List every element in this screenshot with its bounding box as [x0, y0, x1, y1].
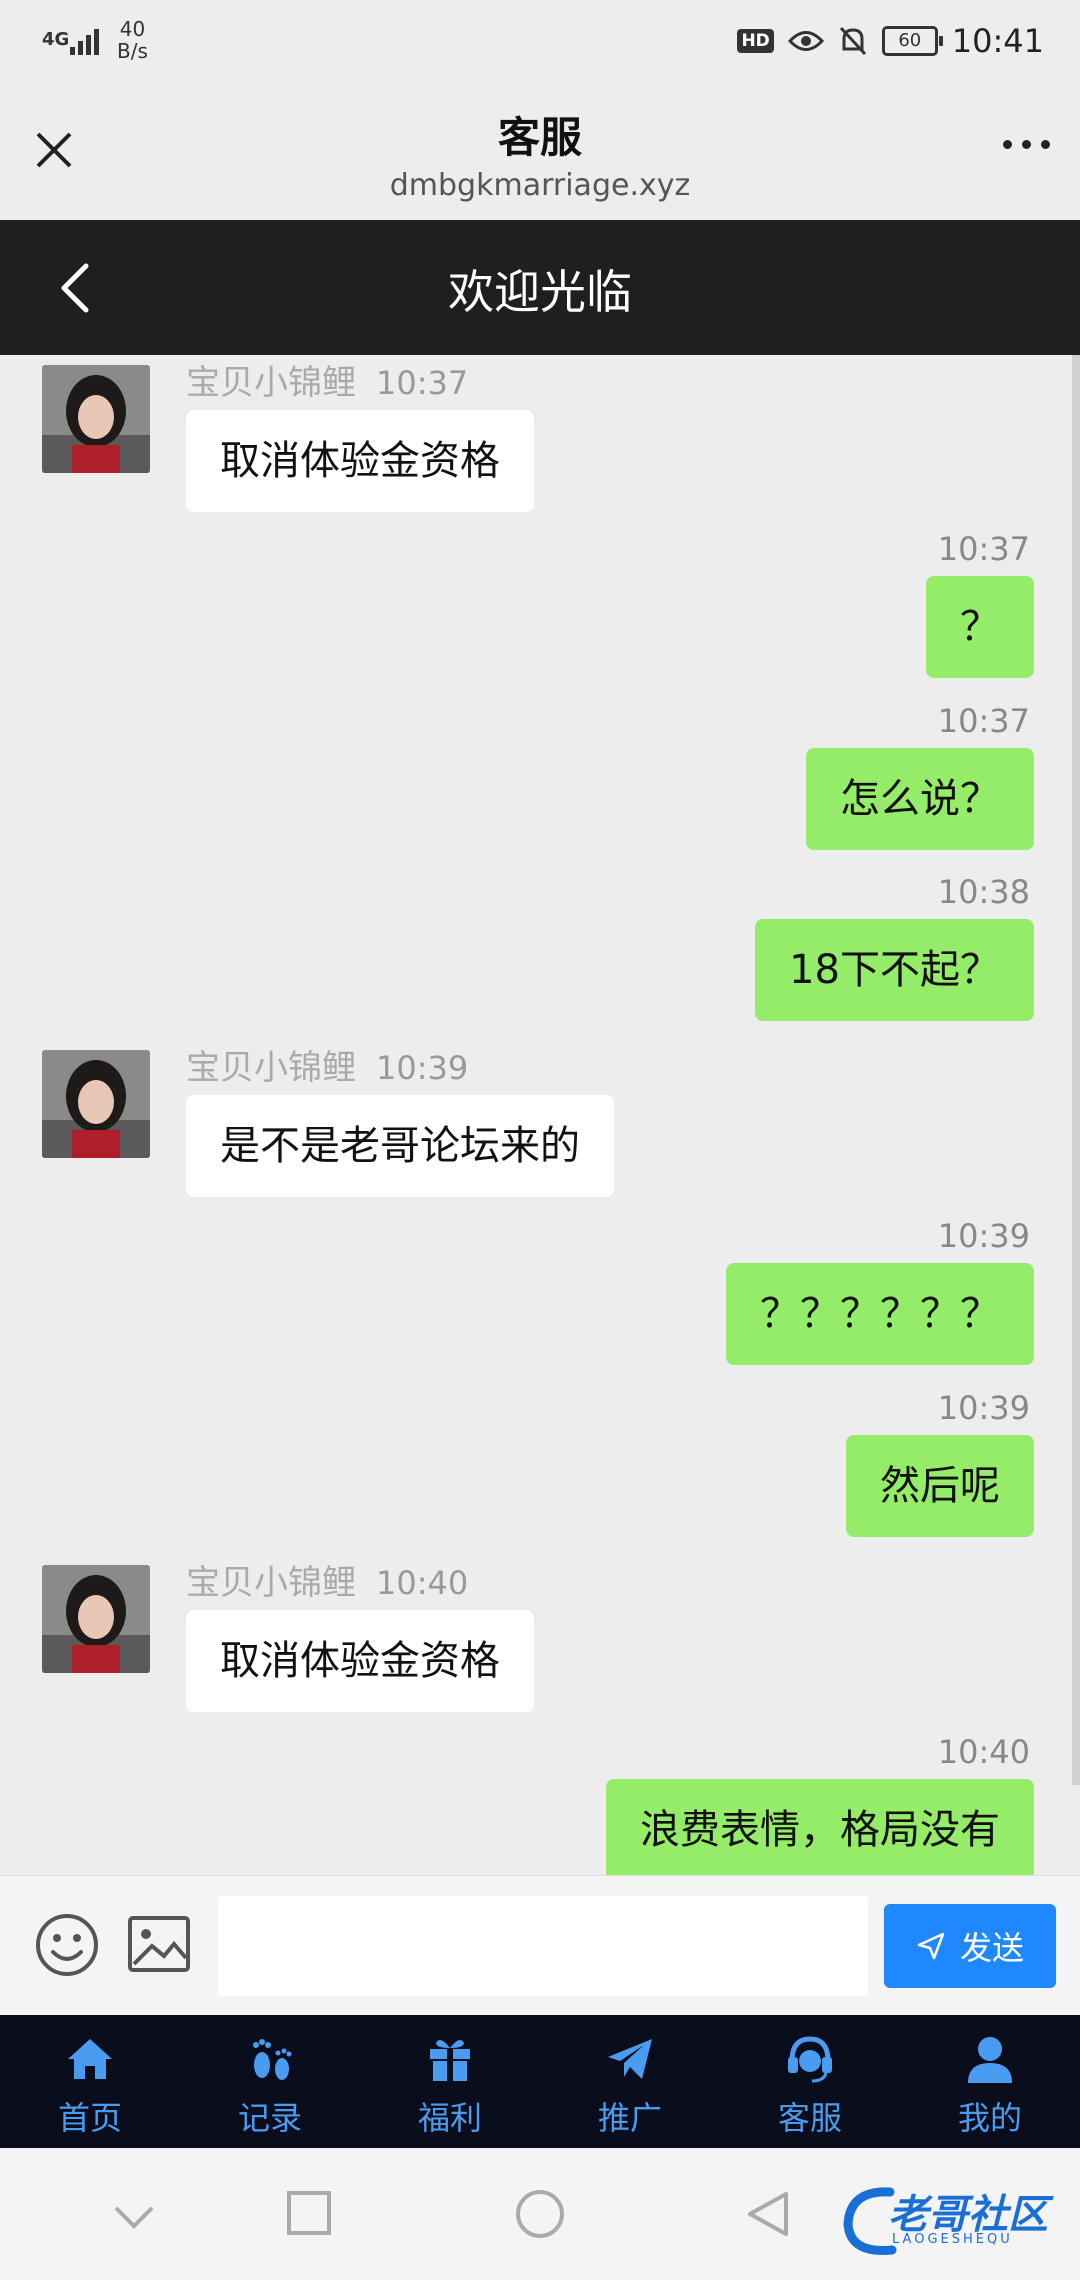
message-input[interactable]: [218, 1896, 868, 1996]
sender-name: 宝贝小锦鲤 10:40: [186, 1555, 468, 1604]
home-icon: [68, 2039, 112, 2079]
message-bubble[interactable]: 18下不起？: [755, 919, 1034, 1021]
message-time: 10:38: [937, 873, 1030, 911]
message-bubble[interactable]: 取消体验金资格: [186, 1610, 534, 1712]
tab-bar: 首页 记录 福利 推广 客服 我的: [0, 2015, 1080, 2148]
sender-name: 宝贝小锦鲤 10:37: [186, 355, 468, 404]
message-bubble[interactable]: 是不是老哥论坛来的: [186, 1095, 614, 1197]
recents-icon[interactable]: [286, 2190, 332, 2236]
chat-scrollbar[interactable]: [1072, 355, 1080, 1785]
more-icon[interactable]: [1003, 140, 1050, 149]
avatar[interactable]: [42, 1050, 150, 1158]
message-time: 10:37: [937, 530, 1030, 568]
input-bar: 发送: [0, 1875, 1080, 2016]
message-bubble[interactable]: 怎么说？: [806, 748, 1034, 850]
image-icon[interactable]: [126, 1914, 192, 1974]
signal-icon: [70, 25, 99, 55]
message-bubble[interactable]: ？: [926, 576, 1034, 678]
page-url: dmbgkmarriage.xyz: [389, 168, 691, 203]
eye-icon: [787, 31, 824, 51]
user-icon: [968, 2037, 1012, 2083]
message-time: 10:39: [937, 1217, 1030, 1255]
tab-home[interactable]: 首页: [0, 2015, 180, 2148]
tab-label: 我的: [957, 2099, 1022, 2137]
headset-icon: [788, 2036, 832, 2083]
home-button-icon[interactable]: [514, 2188, 566, 2240]
gift-icon: [430, 2039, 470, 2081]
sender-name: 宝贝小锦鲤 10:39: [186, 1040, 468, 1089]
page-title: 客服: [497, 113, 582, 162]
send-icon: [917, 1932, 945, 1960]
battery-icon: 60: [881, 26, 943, 56]
status-right: HD 60 10:41: [737, 22, 1044, 60]
footprints-icon: [253, 2039, 292, 2080]
network-type: 4G: [42, 29, 70, 50]
network-speed-value: 40: [119, 17, 146, 41]
tab-label: 福利: [417, 2099, 482, 2137]
status-left: 4G 40 B/s: [42, 18, 148, 62]
message-time: 10:39: [937, 1389, 1030, 1427]
message-time: 10:37: [937, 702, 1030, 740]
message-bubble[interactable]: 浪费表情，格局没有: [606, 1779, 1034, 1875]
back-triangle-icon[interactable]: [744, 2190, 790, 2238]
status-time: 10:41: [951, 22, 1044, 60]
network-speed: 40 B/s: [117, 18, 148, 62]
app-header-title: 欢迎光临: [448, 265, 632, 319]
chevron-down-icon[interactable]: [112, 2204, 156, 2230]
app-header: 欢迎光临: [0, 220, 1080, 355]
message-time: 10:39: [376, 1049, 469, 1087]
tab-service[interactable]: 客服: [720, 2015, 900, 2148]
message-time: 10:40: [376, 1564, 469, 1602]
send-label: 发送: [959, 1929, 1024, 1967]
chat-area[interactable]: 宝贝小锦鲤 10:37 取消体验金资格 10:37 ？ 10:37 怎么说？ 10…: [0, 355, 1080, 1875]
watermark-logo: 老哥社区 LAOGESHEQU: [840, 2176, 1070, 2266]
tab-promote[interactable]: 推广: [540, 2015, 720, 2148]
paper-plane-icon: [608, 2039, 652, 2079]
avatar[interactable]: [42, 1565, 150, 1673]
tab-mine[interactable]: 我的: [900, 2015, 1080, 2148]
send-button[interactable]: 发送: [884, 1904, 1056, 1988]
message-time: 10:37: [376, 364, 469, 402]
tab-benefits[interactable]: 福利: [360, 2015, 540, 2148]
hd-badge: HD: [737, 29, 774, 53]
tab-label: 首页: [57, 2099, 122, 2137]
message-bubble[interactable]: ？？？？？？: [726, 1263, 1034, 1365]
tab-label: 客服: [777, 2099, 842, 2137]
status-bar: 4G 40 B/s HD 60 10:41: [0, 0, 1080, 90]
sender-label: 宝贝小锦鲤: [186, 1048, 356, 1088]
message-time: 10:40: [937, 1733, 1030, 1771]
watermark-subtext: LAOGESHEQU: [892, 2232, 1013, 2247]
tab-label: 记录: [237, 2099, 302, 2137]
tab-label: 推广: [597, 2099, 662, 2137]
tab-records[interactable]: 记录: [180, 2015, 360, 2148]
sender-label: 宝贝小锦鲤: [186, 363, 356, 403]
browser-bar: 客服 dmbgkmarriage.xyz: [0, 90, 1080, 220]
emoji-icon[interactable]: [34, 1912, 100, 1978]
bell-muted-icon: [839, 26, 866, 56]
sender-label: 宝贝小锦鲤: [186, 1563, 356, 1603]
avatar[interactable]: [42, 365, 150, 473]
network-speed-unit: B/s: [117, 39, 148, 63]
message-bubble[interactable]: 取消体验金资格: [186, 410, 534, 512]
message-bubble[interactable]: 然后呢: [846, 1435, 1034, 1537]
